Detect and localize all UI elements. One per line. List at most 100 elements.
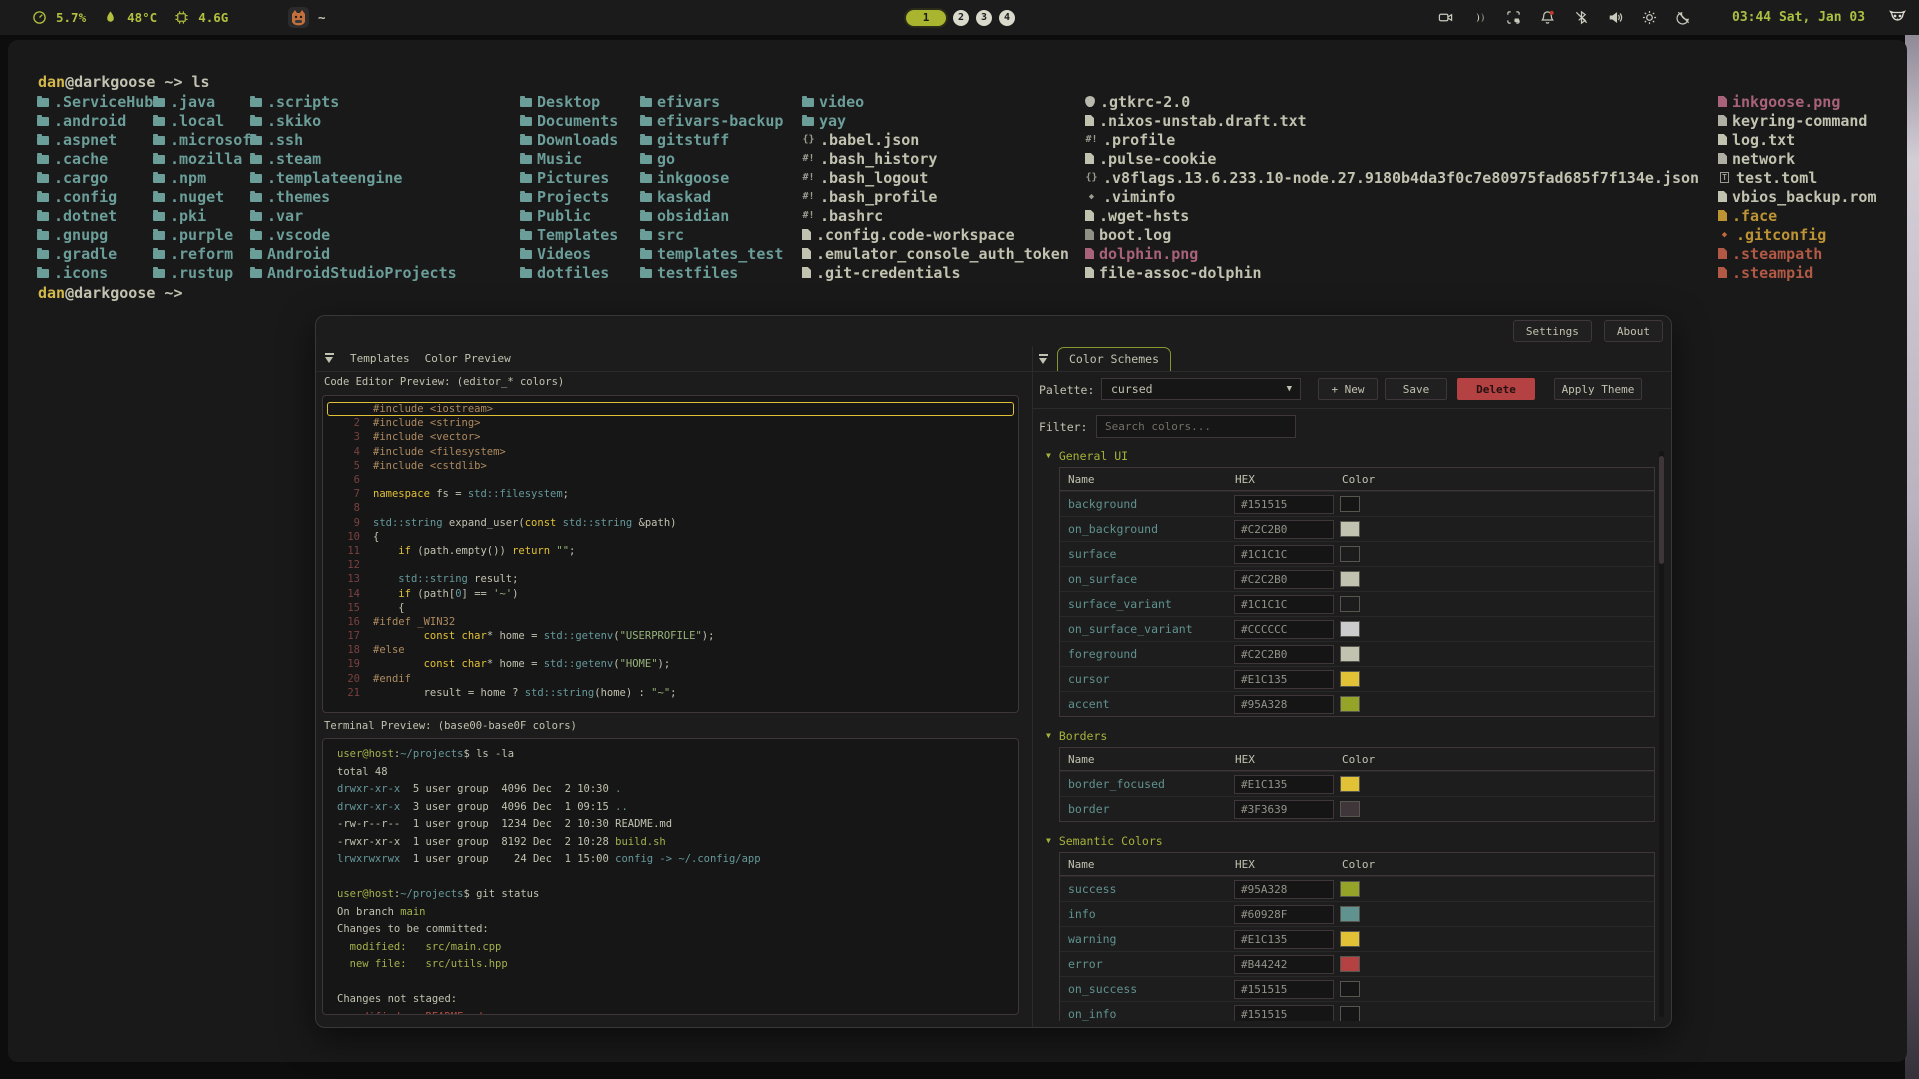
color-swatch[interactable]: [1340, 776, 1360, 792]
settings-button[interactable]: Settings: [1513, 320, 1592, 342]
file-entry: .ssh: [250, 130, 457, 149]
palette-dropdown[interactable]: cursed: [1101, 378, 1301, 400]
file-entry: keyring-command: [1718, 111, 1877, 130]
hex-input[interactable]: #C2C2B0: [1234, 520, 1334, 539]
delete-button[interactable]: Delete: [1457, 378, 1535, 400]
ls-column: .ServiceHub.android.aspnet.cache.cargo.c…: [37, 92, 153, 282]
save-button[interactable]: Save: [1385, 378, 1447, 400]
file-entry: .steampid: [1718, 263, 1877, 282]
apply-theme-button[interactable]: Apply Theme: [1554, 378, 1642, 400]
screenshot-icon[interactable]: [1506, 10, 1521, 25]
waves-icon[interactable]: [1472, 10, 1487, 25]
color-swatch[interactable]: [1340, 931, 1360, 947]
color-swatch[interactable]: [1340, 646, 1360, 662]
color-name: on_surface: [1060, 572, 1227, 586]
color-swatch[interactable]: [1340, 881, 1360, 897]
workspace-1-active[interactable]: 1: [906, 10, 946, 26]
hex-input[interactable]: #151515: [1234, 1005, 1334, 1022]
clock[interactable]: 03:44 Sat, Jan 03: [1732, 0, 1865, 35]
color-name: warning: [1060, 932, 1227, 946]
about-button[interactable]: About: [1604, 320, 1663, 342]
scrollbar[interactable]: [1659, 451, 1664, 1017]
hex-input[interactable]: #E1C135: [1234, 775, 1334, 794]
color-swatch[interactable]: [1340, 801, 1360, 817]
file-name: .local: [170, 112, 224, 130]
color-swatch[interactable]: [1340, 621, 1360, 637]
collapse-icon[interactable]: [1038, 354, 1049, 365]
file-name: .reform: [170, 245, 233, 263]
hex-input[interactable]: #1C1C1C: [1234, 545, 1334, 564]
editor-cursor-line: #include <iostream>: [323, 402, 1018, 416]
hex-input[interactable]: #1C1C1C: [1234, 595, 1334, 614]
tab-templates[interactable]: Templates: [350, 352, 410, 365]
workspace-4[interactable]: 4: [999, 10, 1015, 26]
workspace-2[interactable]: 2: [953, 10, 969, 26]
screen-record-icon[interactable]: [1438, 10, 1453, 25]
file-name: .steampath: [1732, 245, 1822, 263]
file-name: .aspnet: [54, 131, 117, 149]
editor-line: 7namespace fs = std::filesystem;: [323, 487, 1018, 501]
json-icon: [1085, 173, 1098, 183]
tab-color-schemes[interactable]: Color Schemes: [1057, 347, 1171, 371]
temperature: 48°C: [127, 10, 157, 25]
hex-input[interactable]: #95A328: [1234, 695, 1334, 714]
file-entry: inkgoose.png: [1718, 92, 1877, 111]
terminal-app-icon[interactable]: [287, 6, 310, 29]
hex-input[interactable]: #151515: [1234, 495, 1334, 514]
file-name: .gitconfig: [1736, 226, 1826, 244]
hex-input[interactable]: #CCCCCC: [1234, 620, 1334, 639]
search-input[interactable]: [1096, 415, 1296, 438]
system-stats: 5.7% 48°C 4.6G: [32, 0, 236, 35]
color-swatch[interactable]: [1340, 696, 1360, 712]
file-entry: .dotnet: [37, 206, 153, 225]
file-entry: .steam: [250, 149, 457, 168]
hex-input[interactable]: #C2C2B0: [1234, 645, 1334, 664]
hex-input[interactable]: #95A328: [1234, 880, 1334, 899]
folder-icon: [37, 269, 49, 278]
scrollbar-thumb[interactable]: [1659, 456, 1664, 564]
color-swatch[interactable]: [1340, 671, 1360, 687]
volume-icon[interactable]: [1608, 10, 1623, 25]
color-swatch[interactable]: [1340, 521, 1360, 537]
color-swatch[interactable]: [1340, 571, 1360, 587]
night-light-off-icon[interactable]: [1676, 10, 1691, 25]
owl-logo-icon[interactable]: [1888, 8, 1907, 27]
hex-input[interactable]: #E1C135: [1234, 930, 1334, 949]
file-entry: .ServiceHub: [37, 92, 153, 111]
git-icon: [1718, 230, 1731, 240]
folder-icon: [37, 212, 49, 221]
hex-input[interactable]: #E1C135: [1234, 670, 1334, 689]
folder-icon: [640, 212, 652, 221]
color-swatch[interactable]: [1340, 1006, 1360, 1021]
workspace-3[interactable]: 3: [976, 10, 992, 26]
brightness-icon[interactable]: [1642, 10, 1657, 25]
file-icon: [802, 229, 811, 240]
new-palette-button[interactable]: + New: [1318, 378, 1378, 400]
color-swatch[interactable]: [1340, 906, 1360, 922]
section-header[interactable]: ▼Borders: [1046, 728, 1659, 743]
hex-input[interactable]: #C2C2B0: [1234, 570, 1334, 589]
hex-input[interactable]: #3F3639: [1234, 800, 1334, 819]
file-name: video: [819, 93, 864, 111]
folder-icon: [153, 269, 165, 278]
folder-icon: [520, 231, 532, 240]
color-row: on_background#C2C2B0: [1060, 516, 1654, 541]
hex-input[interactable]: #151515: [1234, 980, 1334, 999]
color-swatch[interactable]: [1340, 546, 1360, 562]
ls-column: .gtkrc-2.0.nixos-unstab.draft.txt.profil…: [1085, 92, 1699, 282]
color-swatch[interactable]: [1340, 496, 1360, 512]
section-header[interactable]: ▼Semantic Colors: [1046, 833, 1659, 848]
color-swatch[interactable]: [1340, 596, 1360, 612]
color-swatch[interactable]: [1340, 981, 1360, 997]
section-header[interactable]: ▼General UI: [1046, 448, 1659, 463]
color-name: info: [1060, 907, 1227, 921]
editor-line: 4#include <filesystem>: [323, 445, 1018, 459]
hex-input[interactable]: #B44242: [1234, 955, 1334, 974]
color-row: accent#95A328: [1060, 691, 1654, 716]
collapse-icon[interactable]: [324, 353, 335, 364]
color-swatch[interactable]: [1340, 956, 1360, 972]
bluetooth-off-icon[interactable]: [1574, 10, 1589, 25]
hex-input[interactable]: #60928F: [1234, 905, 1334, 924]
tab-color-preview[interactable]: Color Preview: [425, 352, 511, 365]
notification-bell-icon[interactable]: [1540, 10, 1555, 25]
